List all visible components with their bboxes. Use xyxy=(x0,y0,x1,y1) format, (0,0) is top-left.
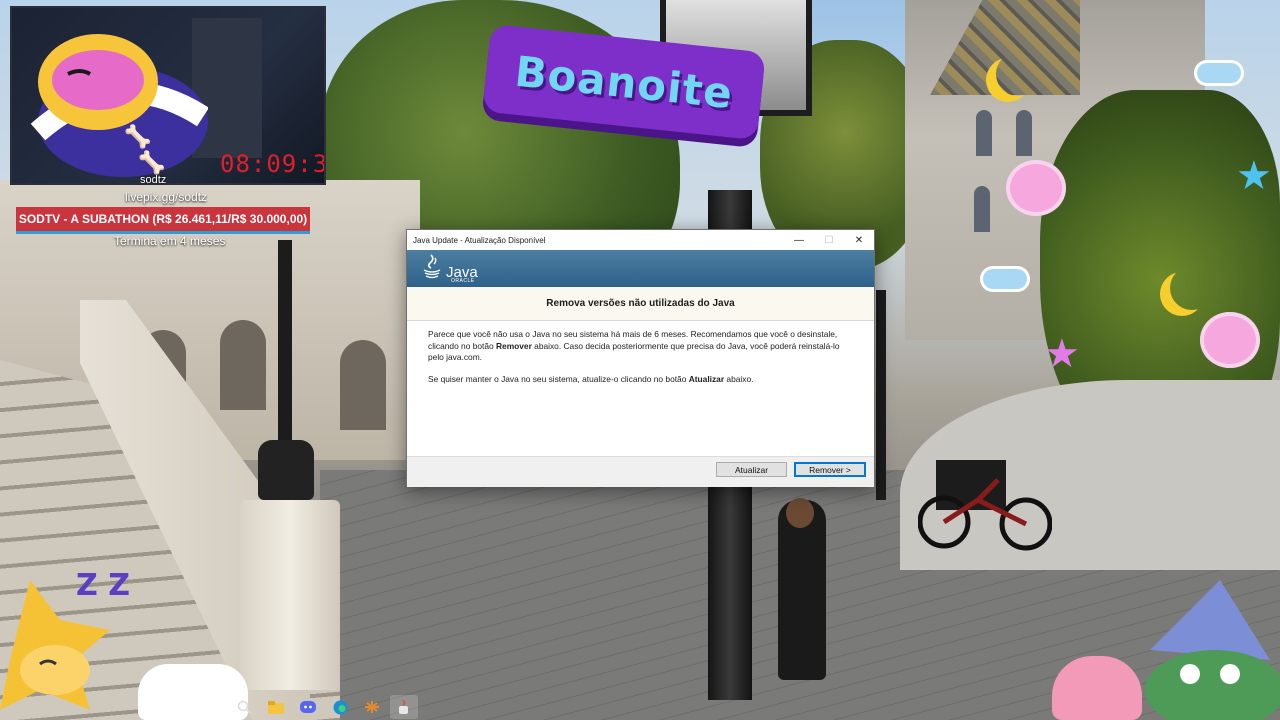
dialog-body: Parece que você não usa o Java no seu si… xyxy=(407,321,874,456)
bicycle xyxy=(918,460,1052,551)
message-text: abaixo. xyxy=(724,373,754,384)
channel-handle: sodtz xyxy=(140,174,167,186)
star-icon: ★ xyxy=(1044,332,1080,376)
app-icon[interactable] xyxy=(358,695,386,719)
dialog-heading-area: Remova versões não utilizadas do Java xyxy=(407,287,874,321)
dialog-titlebar[interactable]: Java Update - Atualização Disponível — ☐… xyxy=(407,230,874,250)
sleeping-dog-mascot-icon: 🦴 🦴 xyxy=(30,34,208,177)
message-paragraph-2: Se quiser manter o Java no seu sistema, … xyxy=(428,374,854,386)
stone-column xyxy=(240,500,340,690)
cloud-icon xyxy=(1194,60,1244,86)
edge-icon[interactable] xyxy=(326,695,354,719)
dialog-footer: Atualizar Remover > xyxy=(407,456,874,487)
subathon-bar: SODTV - A SUBATHON (R$ 26.461,11/R$ 30.0… xyxy=(16,207,310,234)
svg-text:🦴: 🦴 xyxy=(124,123,151,149)
search-icon[interactable] xyxy=(230,695,258,719)
java-icon[interactable] xyxy=(390,695,418,719)
moon-icon xyxy=(1170,266,1214,310)
message-bold-update: Atualizar xyxy=(688,373,725,384)
taskbar xyxy=(230,694,430,720)
church-window xyxy=(1016,110,1032,156)
dialog-title: Java Update - Atualização Disponível xyxy=(413,235,546,245)
moon-icon xyxy=(996,52,1040,96)
minimize-button[interactable]: — xyxy=(784,230,814,250)
greeting-text: Boanoite xyxy=(512,46,736,118)
discord-icon[interactable] xyxy=(294,695,322,719)
dialog-heading: Remova versões não utilizadas do Java xyxy=(546,298,735,309)
java-logo: Java xyxy=(421,254,478,280)
pink-sheep-icon xyxy=(1006,160,1066,216)
java-cup-icon xyxy=(423,254,441,279)
webcam-frame: 🦴 🦴 08:09:33 xyxy=(10,6,326,185)
sleep-z-icon: Z Z xyxy=(76,568,130,603)
subathon-ends-label: Termina em 4 meses xyxy=(114,234,226,248)
lamp-post-left-base xyxy=(258,440,314,500)
church-window xyxy=(974,186,990,232)
church-window xyxy=(976,110,992,156)
message-text: Se quiser manter o Java no seu sistema, … xyxy=(428,373,689,384)
close-button[interactable]: ✕ xyxy=(844,230,874,250)
kirby-icon xyxy=(1052,656,1142,720)
java-update-dialog: Java Update - Atualização Disponível — ☐… xyxy=(406,229,875,487)
remove-button[interactable]: Remover > xyxy=(794,462,866,477)
person-head xyxy=(786,498,814,528)
message-bold-remove: Remover xyxy=(495,340,532,351)
java-banner: Java ORACLE xyxy=(407,250,874,287)
stream-timer: 08:09:33 xyxy=(220,150,324,178)
cloud-icon xyxy=(980,266,1030,292)
oracle-wordmark: ORACLE xyxy=(451,278,475,284)
svg-text:🦴: 🦴 xyxy=(138,149,165,175)
file-explorer-icon[interactable] xyxy=(262,695,290,719)
message-paragraph-1: Parece que você não usa o Java no seu si… xyxy=(428,329,854,364)
lamp-post-right xyxy=(876,290,886,500)
arch xyxy=(220,320,266,410)
maximize-button: ☐ xyxy=(824,234,834,246)
wizard-frog-icon xyxy=(1145,580,1280,720)
arch xyxy=(340,340,386,430)
star-icon: ★ xyxy=(1236,154,1272,198)
update-button[interactable]: Atualizar xyxy=(716,462,787,477)
pink-sheep-icon xyxy=(1200,312,1260,368)
livepix-link: livepix.gg/sodtz xyxy=(125,190,208,204)
